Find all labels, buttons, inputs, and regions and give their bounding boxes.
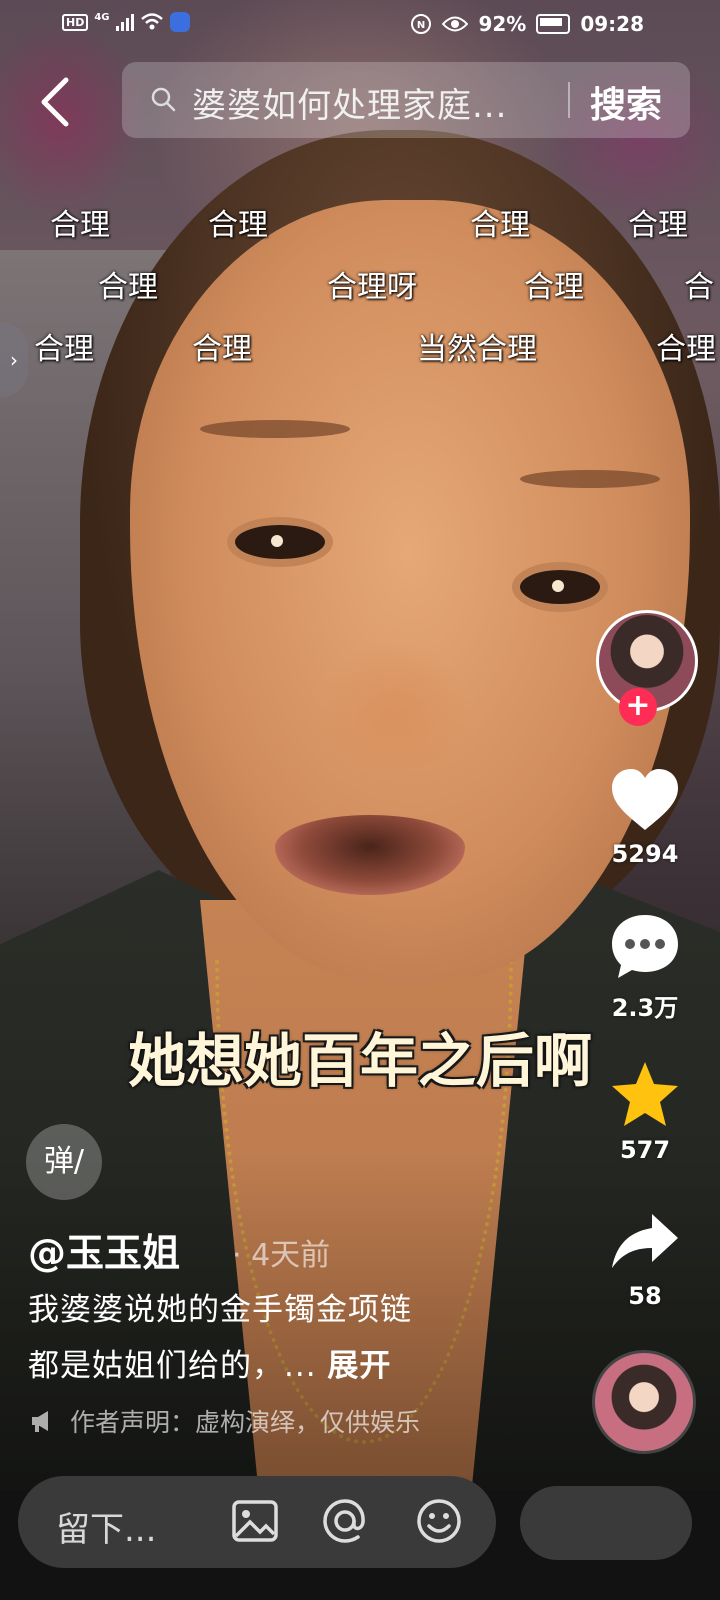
danmaku-item: 合理呀 (327, 270, 417, 305)
left-brow (200, 420, 350, 438)
clock: 09:28 (580, 12, 644, 36)
eye-icon (442, 16, 469, 32)
danmaku-item: 合理 (656, 332, 716, 367)
share-count: 58 (628, 1282, 662, 1310)
danmaku-item: 合理 (34, 332, 94, 367)
right-eye (520, 570, 600, 604)
at-icon[interactable] (318, 1494, 372, 1548)
like-count: 5294 (611, 840, 679, 868)
video-description-line1: 我婆婆说她的金手镯金项链 (28, 1292, 412, 1328)
danmaku-item: 合 (684, 270, 714, 305)
comment-count: 2.3万 (611, 994, 679, 1022)
danmaku-item: 合理 (208, 208, 268, 243)
favorite-star-icon[interactable] (608, 1058, 682, 1132)
signal-icon (115, 13, 134, 31)
notice-text: 作者声明：虚构演绎，仅供娱乐 (70, 1408, 421, 1437)
app-badge-icon (169, 12, 190, 32)
right-brow (520, 470, 660, 488)
svg-text:N: N (417, 20, 425, 31)
favorite-count: 577 (619, 1136, 671, 1164)
music-disc-avatar[interactable] (592, 1350, 696, 1454)
comment-input[interactable]: 留下... (18, 1476, 496, 1568)
search-button[interactable]: 搜索 (590, 76, 662, 128)
search-bar[interactable]: 婆婆如何处理家庭... 搜索 (122, 62, 690, 138)
left-eye (235, 525, 325, 559)
comment-placeholder[interactable]: 留下... (56, 1502, 156, 1551)
danmaku-item: 当然合理 (417, 332, 537, 367)
author-notice: 作者声明：虚构演绎，仅供娱乐 (30, 1403, 420, 1439)
danmaku-item: 合理 (470, 208, 530, 243)
send-area[interactable] (520, 1486, 692, 1560)
share-arrow-icon[interactable] (608, 1206, 682, 1280)
battery-percent: 92% (478, 12, 527, 36)
video-description-line2: 都是姑姐们给的，... 展开 (28, 1340, 548, 1385)
search-query[interactable]: 婆婆如何处理家庭... (192, 78, 507, 127)
hd-icon: HD (62, 13, 89, 31)
wifi-icon (140, 13, 163, 30)
back-arrow-icon[interactable] (34, 76, 78, 128)
danmaku-item: 合理 (628, 208, 688, 243)
megaphone-icon (32, 1411, 48, 1432)
image-icon[interactable] (228, 1494, 282, 1548)
danmaku-toggle-button[interactable]: 弹/ (26, 1124, 102, 1200)
danmaku-item: 合理 (524, 270, 584, 305)
post-time: · 4天前 (232, 1238, 331, 1273)
battery-icon (536, 14, 571, 34)
search-icon (151, 87, 176, 112)
emoji-icon[interactable] (412, 1494, 466, 1548)
comment-bar: 留下... (0, 1476, 720, 1600)
description-text: 都是姑姐们给的，... (28, 1348, 317, 1384)
search-divider (568, 82, 570, 118)
comment-icon[interactable] (608, 910, 682, 984)
network-type: 4G (94, 11, 110, 23)
follow-button[interactable]: + (619, 688, 657, 726)
danmaku-item: 合理 (50, 208, 110, 243)
nose-shape (320, 640, 470, 770)
status-bar: HD 4G N 92% 09:28 (0, 0, 720, 48)
like-heart-icon[interactable] (608, 764, 682, 838)
nfc-icon: N (411, 14, 432, 34)
expand-button[interactable]: 展开 (327, 1348, 391, 1384)
danmaku-item: 合理 (192, 332, 252, 367)
author-name[interactable]: @玉玉姐 (28, 1222, 180, 1277)
danmaku-item: 合理 (98, 270, 158, 305)
